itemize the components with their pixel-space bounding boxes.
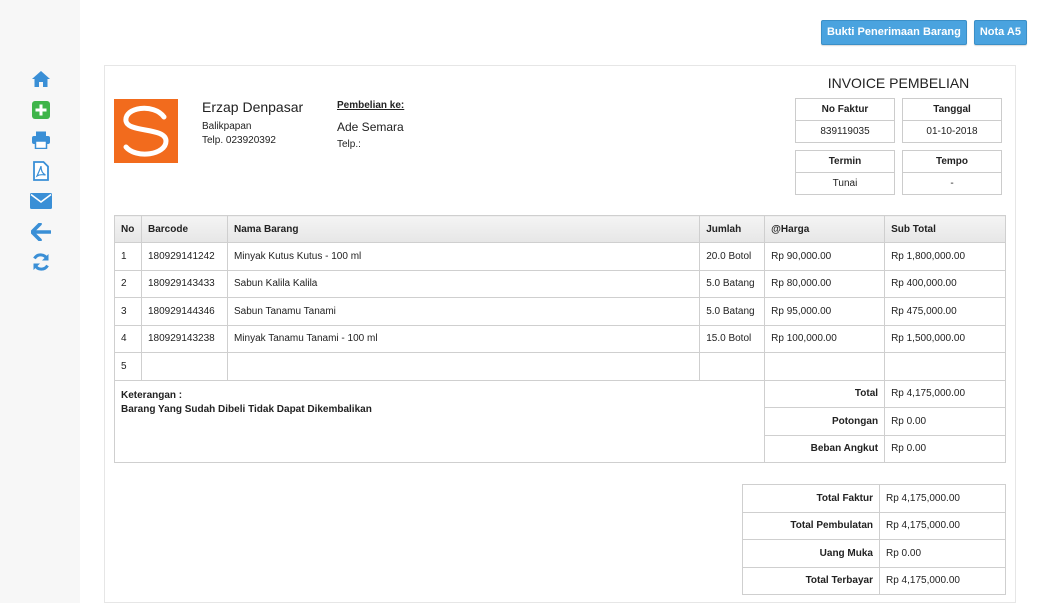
cell-jumlah: 20.0 Botol xyxy=(699,242,766,271)
cell-subtotal: Rp 400,000.00 xyxy=(884,269,1006,298)
cell-barcode: 180929141242 xyxy=(140,242,228,271)
beban-angkut-value: Rp 0.00 xyxy=(884,434,1006,463)
refresh-icon[interactable] xyxy=(28,247,54,278)
cell-nama: Sabun Tanamu Tanami xyxy=(226,297,701,326)
company-logo xyxy=(114,99,178,163)
termin-value: Tunai xyxy=(832,178,858,189)
items-header-row: No Barcode Nama Barang Jumlah @Harga Sub… xyxy=(114,215,1006,243)
cell-barcode: 180929143433 xyxy=(140,269,228,298)
invoice-title: INVOICE PEMBELIAN xyxy=(827,75,970,91)
totals-table: Total Faktur Rp 4,175,000.00 Total Pembu… xyxy=(742,484,1006,595)
cell-barcode xyxy=(140,352,228,381)
cell-nama: Sabun Kalila Kalila xyxy=(226,269,701,298)
tempo-box: Tempo - xyxy=(902,150,1002,195)
cell-no: 2 xyxy=(114,269,142,298)
total-faktur-value: Rp 4,175,000.00 xyxy=(879,484,1006,513)
table-row: 1 180929141242 Minyak Kutus Kutus - 100 … xyxy=(114,242,1006,271)
potongan-value: Rp 0.00 xyxy=(884,407,1006,436)
company-city: Balikpapan xyxy=(202,121,252,132)
print-icon[interactable] xyxy=(28,125,54,156)
uang-muka-value: Rp 0.00 xyxy=(879,539,1006,568)
total-faktur-label: Total Faktur xyxy=(742,484,880,513)
col-header-no: No xyxy=(114,215,142,243)
cell-no: 3 xyxy=(114,297,142,326)
buyer-phone: Telp.: xyxy=(337,139,361,150)
top-toolbar: Bukti Penerimaan Barang Nota A5 xyxy=(820,20,1027,45)
pdf-icon[interactable] xyxy=(28,156,54,187)
totals-row-uang-muka: Uang Muka Rp 0.00 xyxy=(742,539,1006,568)
no-faktur-label: No Faktur xyxy=(796,99,894,121)
notes-cell: Keterangan : Barang Yang Sudah Dibeli Ti… xyxy=(113,379,766,463)
cell-harga xyxy=(764,352,886,381)
invoice-paper: Erzap Denpasar Balikpapan Telp. 02392039… xyxy=(104,65,1016,603)
nota-a5-button[interactable]: Nota A5 xyxy=(973,20,1027,45)
tempo-label: Tempo xyxy=(903,151,1001,173)
col-header-barcode: Barcode xyxy=(140,215,228,243)
cell-nama: Minyak Tanamu Tanami - 100 ml xyxy=(226,324,701,353)
cell-harga: Rp 80,000.00 xyxy=(764,269,886,298)
uang-muka-label: Uang Muka xyxy=(742,539,880,568)
cell-no: 4 xyxy=(114,324,142,353)
no-faktur-value: 839119035 xyxy=(820,126,870,137)
back-arrow-icon[interactable] xyxy=(28,217,54,248)
col-header-harga: @Harga xyxy=(764,215,886,243)
cell-no: 1 xyxy=(114,242,142,271)
cell-jumlah: 15.0 Botol xyxy=(699,324,766,353)
cell-subtotal: Rp 475,000.00 xyxy=(884,297,1006,326)
company-phone: Telp. 023920392 xyxy=(202,135,276,146)
total-label: Total xyxy=(764,379,886,408)
cell-subtotal xyxy=(884,352,1006,381)
notes-label: Keterangan : xyxy=(121,389,183,401)
buyer-label: Pembelian ke: xyxy=(337,100,405,111)
cell-harga: Rp 100,000.00 xyxy=(764,324,886,353)
tanggal-box: Tanggal 01-10-2018 xyxy=(902,98,1002,143)
total-pembulatan-value: Rp 4,175,000.00 xyxy=(879,511,1006,540)
cell-jumlah xyxy=(699,352,766,381)
cell-jumlah: 5.0 Batang xyxy=(699,297,766,326)
tanggal-label: Tanggal xyxy=(903,99,1001,121)
termin-label: Termin xyxy=(796,151,894,173)
buyer-name: Ade Semara xyxy=(337,120,404,134)
table-row: 4 180929143238 Minyak Tanamu Tanami - 10… xyxy=(114,324,1006,353)
beban-angkut-label: Beban Angkut xyxy=(764,434,886,463)
col-header-sub-total: Sub Total xyxy=(884,215,1006,243)
potongan-label: Potongan xyxy=(764,407,886,436)
total-pembulatan-label: Total Pembulatan xyxy=(742,511,880,540)
tanggal-value: 01-10-2018 xyxy=(926,126,978,137)
items-table: No Barcode Nama Barang Jumlah @Harga Sub… xyxy=(113,215,1006,463)
total-terbayar-label: Total Terbayar xyxy=(742,566,880,595)
email-icon[interactable] xyxy=(28,186,54,217)
cell-barcode: 180929143238 xyxy=(140,324,228,353)
table-row: 5 xyxy=(114,352,1006,381)
total-value: Rp 4,175,000.00 xyxy=(884,379,1006,408)
table-row: 3 180929144346 Sabun Tanamu Tanami 5.0 B… xyxy=(114,297,1006,326)
total-terbayar-value: Rp 4,175,000.00 xyxy=(879,566,1006,595)
bukti-penerimaan-barang-button[interactable]: Bukti Penerimaan Barang xyxy=(820,20,967,45)
summary-row-total: Keterangan : Barang Yang Sudah Dibeli Ti… xyxy=(113,379,1006,463)
cell-no: 5 xyxy=(114,352,142,381)
cell-jumlah: 5.0 Batang xyxy=(699,269,766,298)
col-header-jumlah: Jumlah xyxy=(699,215,766,243)
tempo-value: - xyxy=(950,178,954,189)
cell-subtotal: Rp 1,800,000.00 xyxy=(884,242,1006,271)
company-name: Erzap Denpasar xyxy=(202,99,304,115)
notes-text: Barang Yang Sudah Dibeli Tidak Dapat Dik… xyxy=(121,403,372,415)
table-row: 2 180929143433 Sabun Kalila Kalila 5.0 B… xyxy=(114,269,1006,298)
totals-row-total-terbayar: Total Terbayar Rp 4,175,000.00 xyxy=(742,566,1006,595)
cell-barcode: 180929144346 xyxy=(140,297,228,326)
totals-row-total-faktur: Total Faktur Rp 4,175,000.00 xyxy=(742,484,1006,513)
totals-row-total-pembulatan: Total Pembulatan Rp 4,175,000.00 xyxy=(742,511,1006,540)
termin-box: Termin Tunai xyxy=(795,150,895,195)
cell-nama xyxy=(226,352,701,381)
cell-nama: Minyak Kutus Kutus - 100 ml xyxy=(226,242,701,271)
sidebar xyxy=(28,64,54,278)
cell-harga: Rp 90,000.00 xyxy=(764,242,886,271)
col-header-nama-barang: Nama Barang xyxy=(226,215,701,243)
home-icon[interactable] xyxy=(28,64,54,95)
cell-subtotal: Rp 1,500,000.00 xyxy=(884,324,1006,353)
cell-harga: Rp 95,000.00 xyxy=(764,297,886,326)
no-faktur-box: No Faktur 839119035 xyxy=(795,98,895,143)
add-icon[interactable] xyxy=(28,95,54,126)
